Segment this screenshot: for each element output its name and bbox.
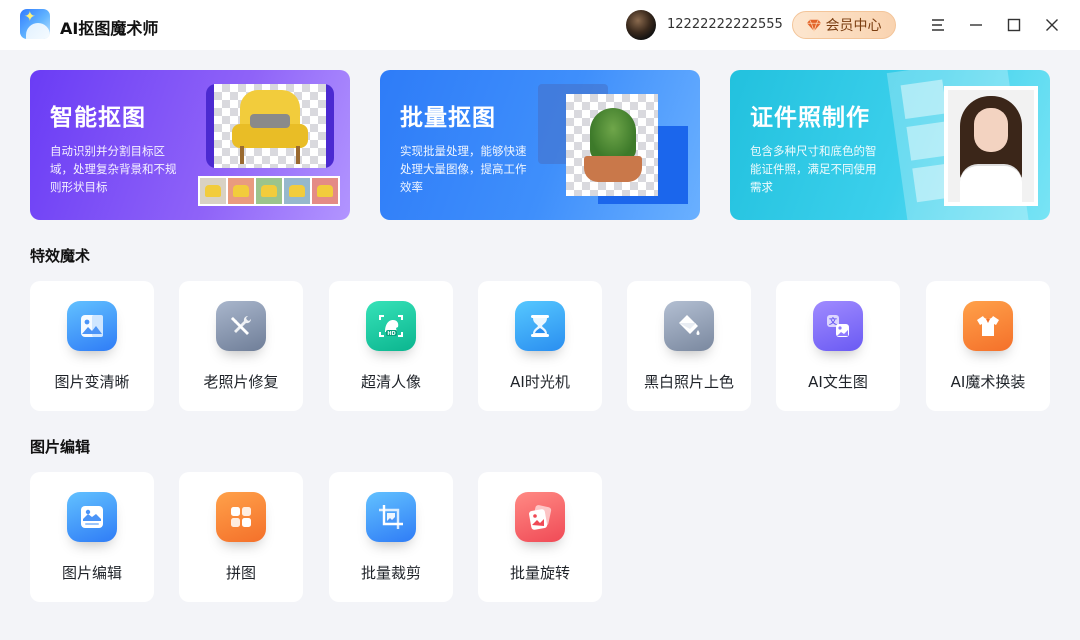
banner-description: 实现批量处理，能够快速处理大量图像，提高工作效率	[400, 144, 527, 194]
tool-hd-portrait[interactable]: HD 超清人像	[329, 281, 453, 411]
banner-description: 包含多种尺寸和底色的智能证件照，满足不同使用需求	[750, 144, 877, 194]
tool-label: 图片变清晰	[54, 373, 130, 391]
repair-tools-icon	[216, 301, 266, 351]
title-bar: ✦ AI抠图魔术师 12222222222555 会员中心	[0, 0, 1080, 50]
diamond-icon	[806, 19, 821, 32]
paint-bucket-icon	[664, 301, 714, 351]
banner-title: 批量抠图	[400, 105, 496, 131]
tool-ai-outfit-change[interactable]: AI魔术换装	[926, 281, 1050, 411]
tool-label: 批量裁剪	[360, 564, 421, 582]
banner-title: 证件照制作	[750, 105, 870, 131]
maximize-icon	[1007, 18, 1021, 32]
tool-image-edit[interactable]: 图片编辑	[30, 472, 154, 602]
app-title: AI抠图魔术师	[60, 19, 159, 38]
tool-colorize-bw[interactable]: 黑白照片上色	[627, 281, 751, 411]
hamburger-menu-icon	[932, 19, 944, 31]
tool-collage[interactable]: 拼图	[179, 472, 303, 602]
tool-label: 黑白照片上色	[643, 373, 734, 391]
close-button[interactable]	[1041, 14, 1063, 36]
crop-icon	[366, 492, 416, 542]
collage-icon	[216, 492, 266, 542]
tool-batch-crop[interactable]: 批量裁剪	[329, 472, 453, 602]
tool-batch-rotate[interactable]: 批量旋转	[478, 472, 602, 602]
chair-illustration	[214, 84, 326, 168]
tool-label: 超清人像	[360, 373, 421, 391]
hd-portrait-icon: HD	[366, 301, 416, 351]
tool-image-enhance[interactable]: 图片变清晰	[30, 281, 154, 411]
banner-title: 智能抠图	[50, 105, 146, 131]
vip-center-label: 会员中心	[825, 18, 882, 34]
tool-old-photo-repair[interactable]: 老照片修复	[179, 281, 303, 411]
outfit-change-icon	[963, 301, 1013, 351]
avatar[interactable]	[626, 10, 656, 40]
banner-batch-cutout[interactable]: 批量抠图 实现批量处理，能够快速处理大量图像，提高工作效率	[380, 70, 700, 220]
user-id[interactable]: 12222222222555	[667, 17, 783, 32]
close-icon	[1046, 19, 1058, 31]
portrait-illustration	[944, 86, 1038, 206]
svg-text:HD: HD	[387, 331, 395, 337]
tool-label: 拼图	[225, 564, 256, 582]
tool-label: AI时光机	[510, 373, 570, 391]
tool-label: 图片编辑	[61, 564, 122, 582]
minimize-button[interactable]	[965, 14, 987, 36]
text-to-image-icon: 文	[813, 301, 863, 351]
maximize-button[interactable]	[1003, 14, 1025, 36]
tool-ai-time-machine[interactable]: AI时光机	[478, 281, 602, 411]
banner-id-photo[interactable]: 证件照制作 包含多种尺寸和底色的智能证件照，满足不同使用需求	[730, 70, 1050, 220]
background-thumbnails	[198, 176, 340, 206]
tool-label: 批量旋转	[509, 564, 570, 582]
minimize-icon	[970, 24, 982, 26]
banner-description: 自动识别并分割目标区域，处理复杂背景和不规则形状目标	[50, 144, 177, 194]
tool-label: 老照片修复	[203, 373, 279, 391]
svg-text:文: 文	[829, 316, 838, 326]
cactus-illustration	[566, 94, 658, 196]
section-title-editing: 图片编辑	[30, 438, 91, 456]
rotate-images-icon	[515, 492, 565, 542]
tool-ai-text-to-image[interactable]: 文 AI文生图	[776, 281, 900, 411]
menu-button[interactable]	[927, 14, 949, 36]
section-title-effects: 特效魔术	[30, 247, 91, 265]
app-logo-icon: ✦	[20, 9, 50, 39]
image-enhance-icon	[67, 301, 117, 351]
hourglass-icon	[515, 301, 565, 351]
image-edit-icon	[67, 492, 117, 542]
vip-center-button[interactable]: 会员中心	[792, 11, 896, 39]
tool-label: AI文生图	[808, 373, 868, 391]
tool-label: AI魔术换装	[950, 373, 1026, 391]
banner-smart-cutout[interactable]: 智能抠图 自动识别并分割目标区域，处理复杂背景和不规则形状目标	[30, 70, 350, 220]
